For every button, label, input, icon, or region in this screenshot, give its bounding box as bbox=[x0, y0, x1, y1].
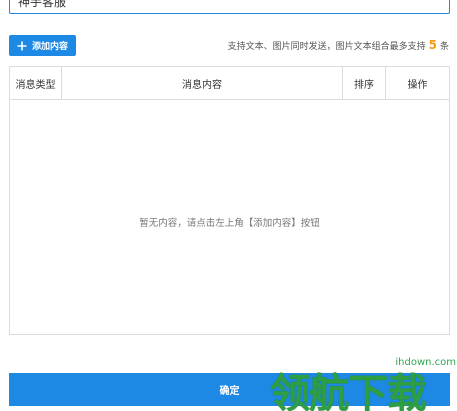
column-header-actions: 操作 bbox=[407, 79, 428, 91]
watermark-url: ihdown.com bbox=[393, 357, 457, 368]
column-header-type: 消息类型 bbox=[10, 67, 62, 99]
limit-hint-suffix: 条 bbox=[439, 42, 449, 52]
content-editor-panel: 神手客服 添加内容 支持文本、图片同时发送，图片文本组合最多支持 5 条 消息类型 … bbox=[0, 0, 457, 411]
name-input[interactable]: 神手客服 bbox=[9, 0, 450, 14]
confirm-button[interactable]: 确定 bbox=[9, 373, 450, 406]
empty-state-text: 暂无内容，请点击左上角【添加内容】按钮 bbox=[139, 218, 320, 229]
table-header: 消息类型 消息内容 排序 操作 bbox=[10, 67, 449, 100]
column-header-content: 消息内容 bbox=[62, 67, 343, 99]
add-content-button[interactable]: 添加内容 bbox=[9, 35, 76, 56]
add-content-label: 添加内容 bbox=[31, 42, 68, 52]
limit-hint: 支持文本、图片同时发送，图片文本组合最多支持 5 条 bbox=[228, 38, 449, 52]
limit-hint-prefix: 支持文本、图片同时发送，图片文本组合最多支持 bbox=[227, 42, 426, 52]
limit-hint-number: 5 bbox=[428, 38, 437, 52]
message-table: 消息类型 消息内容 排序 操作 暂无内容，请点击左上角【添加内容】按钮 bbox=[9, 66, 450, 335]
plus-icon bbox=[17, 41, 27, 50]
column-header-order: 排序 bbox=[343, 67, 386, 99]
